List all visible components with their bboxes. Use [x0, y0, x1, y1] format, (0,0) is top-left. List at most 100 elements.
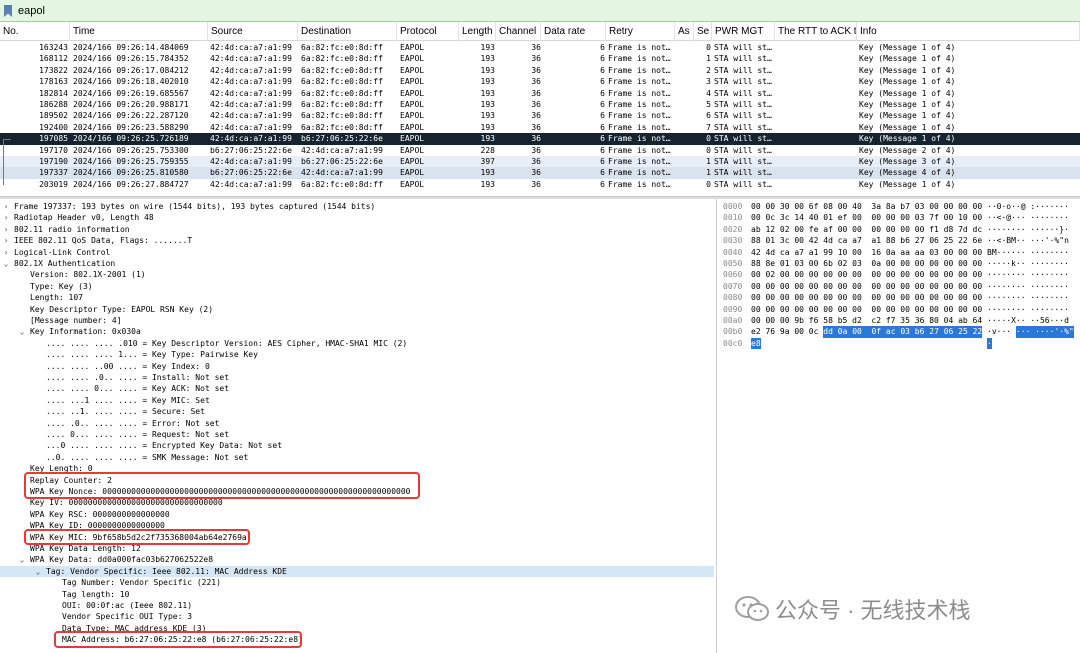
detail-line[interactable]: Length: 107 [0, 292, 714, 303]
expand-arrow-icon[interactable]: › [2, 224, 10, 235]
expand-arrow-icon[interactable]: › [2, 201, 10, 212]
hex-ascii[interactable]: ·····X·· ··56···d [987, 315, 1069, 326]
packet-row[interactable]: 168112 2024/166 09:26:15.784352 42:4d:ca:a… [0, 53, 1080, 65]
detail-line[interactable]: › IEEE 802.11 QoS Data, Flags: .......T [0, 235, 714, 246]
packet-bytes-pane[interactable]: 0000 00 00 30 00 6f 08 00 40 3a 8a b7 03 … [716, 199, 1080, 653]
packet-row[interactable]: 192400 2024/166 09:26:23.588290 42:4d:ca:a… [0, 121, 1080, 134]
hex-offset[interactable]: 0090 [723, 304, 742, 315]
hex-ascii-selected[interactable]: · [987, 337, 992, 350]
hex-bytes[interactable]: 00 02 00 00 00 00 00 00 00 00 00 00 00 0… [751, 269, 982, 280]
detail-line[interactable]: Tag Number: Vendor Specific (221) [0, 577, 714, 588]
hex-bytes-selected[interactable]: e8 [751, 337, 761, 350]
bookmark-icon[interactable] [0, 0, 16, 22]
detail-line[interactable]: ⌄ 802.1X Authentication [0, 258, 714, 269]
detail-line[interactable]: .... .... .0.. .... = Install: Not set [0, 372, 714, 383]
hex-bytes[interactable]: 00 00 30 00 6f 08 00 40 3a 8a b7 03 00 0… [751, 201, 982, 212]
hex-bytes[interactable]: ab 12 02 00 fe af 00 00 00 00 00 00 f1 d… [751, 224, 982, 235]
hex-offset[interactable]: 0040 [723, 247, 742, 258]
column-header[interactable]: Channel [496, 22, 541, 41]
expand-arrow-icon[interactable]: › [2, 212, 10, 223]
collapse-arrow-icon[interactable]: ⌄ [2, 258, 10, 269]
collapse-arrow-icon[interactable]: ⌄ [18, 554, 26, 565]
hex-offset[interactable]: 0000 [723, 201, 742, 212]
detail-line[interactable]: ...0 .... .... .... = Encrypted Key Data… [0, 440, 714, 451]
hex-ascii[interactable]: ········ ······}· [987, 224, 1069, 235]
hex-ascii-selected[interactable]: ··· ····'·%" [1015, 326, 1074, 338]
display-filter-bar[interactable]: eapol [0, 0, 1080, 22]
hex-bytes[interactable]: 00 00 00 00 00 00 00 00 00 00 00 00 00 0… [751, 304, 982, 315]
packet-row[interactable]: 197170 2024/166 09:26:25.753300 b6:27:06:2… [0, 144, 1080, 156]
hex-offset[interactable]: 0070 [723, 281, 742, 292]
collapse-arrow-icon[interactable]: ⌄ [18, 326, 26, 337]
packet-list-body[interactable]: 163243 2024/166 09:26:14.484069 42:4d:ca:a… [0, 41, 1080, 196]
column-header[interactable]: Time [70, 22, 208, 41]
packet-row[interactable]: 163243 2024/166 09:26:14.484069 42:4d:ca:a… [0, 42, 1080, 54]
hex-bytes[interactable]: 00 00 00 00 00 00 00 00 00 00 00 00 00 0… [751, 281, 982, 292]
detail-line[interactable]: Vendor Specific OUI Type: 3 [0, 611, 714, 622]
hex-offset[interactable]: 0050 [723, 258, 742, 269]
column-header[interactable]: Protocol [397, 22, 459, 41]
hex-ascii[interactable]: ·v··· [987, 326, 1016, 337]
packet-row[interactable]: 182814 2024/166 09:26:19.685567 42:4d:ca:a… [0, 87, 1080, 99]
detail-line[interactable]: .... .... .... .010 = Key Descriptor Ver… [0, 338, 714, 349]
hex-ascii[interactable]: ··<·BM·· ···'·%"n [987, 235, 1069, 246]
hex-offset[interactable]: 0020 [723, 224, 742, 235]
detail-line[interactable]: Type: Key (3) [0, 281, 714, 292]
hex-bytes[interactable]: 42 4d ca a7 a1 99 10 00 16 0a aa aa 03 0… [751, 247, 982, 258]
display-filter-input[interactable]: eapol [16, 5, 45, 17]
detail-line[interactable]: OUI: 00:0f:ac (Ieee 802.11) [0, 600, 714, 611]
column-header[interactable]: PWR MGT [712, 22, 775, 41]
detail-line[interactable]: .... .... .... 1... = Key Type: Pairwise… [0, 349, 714, 360]
packet-list[interactable]: No. Time Source Destination Protocol Length Ch… [0, 22, 1080, 196]
hex-offset[interactable]: 00a0 [723, 315, 742, 326]
column-header[interactable]: Info [857, 22, 1080, 41]
hex-ascii[interactable]: ········ ········ [987, 292, 1069, 303]
column-header[interactable]: As [675, 22, 694, 41]
detail-line[interactable]: Version: 802.1X-2001 (1) [0, 269, 714, 280]
column-header[interactable]: Length [459, 22, 496, 41]
column-header[interactable]: Source [208, 22, 298, 41]
hex-bytes[interactable]: e2 76 9a 00 0c [751, 326, 823, 337]
hex-bytes[interactable]: 00 00 00 00 00 00 00 00 00 00 00 00 00 0… [751, 292, 982, 303]
column-header[interactable]: Se [694, 22, 712, 41]
hex-ascii[interactable]: ··<·@··· ········ [987, 212, 1069, 223]
hex-offset[interactable]: 0060 [723, 269, 742, 280]
packet-row[interactable]: 197190 2024/166 09:26:25.759355 42:4d:ca:a… [0, 156, 1080, 168]
packet-row[interactable]: 189502 2024/166 09:26:22.287120 42:4d:ca:a… [0, 110, 1080, 122]
hex-bytes[interactable]: 88 8e 01 03 00 6b 02 03 0a 00 00 00 00 0… [751, 258, 982, 269]
detail-line[interactable]: [Message number: 4] [0, 315, 714, 326]
detail-line[interactable]: Key IV: 00000000000000000000000000000000 [0, 497, 714, 508]
detail-line[interactable]: ..0. .... .... .... = SMK Message: Not s… [0, 452, 714, 463]
hex-ascii[interactable]: ··0·o··@ :······· [987, 201, 1069, 212]
hex-ascii[interactable]: ········ ········ [987, 269, 1069, 280]
packet-row[interactable]: 186288 2024/166 09:26:20.988171 42:4d:ca:a… [0, 99, 1080, 111]
detail-line[interactable]: .... 0... .... .... = Request: Not set [0, 429, 714, 440]
column-header[interactable]: No. [0, 22, 70, 41]
hex-ascii[interactable]: ········ ········ [987, 304, 1069, 315]
hex-offset[interactable]: 0030 [723, 235, 742, 246]
detail-line[interactable]: ⌄ Key Information: 0x030a [0, 326, 714, 337]
hex-offset[interactable]: 0010 [723, 212, 742, 223]
detail-line[interactable]: WPA Key RSC: 0000000000000000 [0, 509, 714, 520]
column-header[interactable]: The RTT to ACK tl [775, 22, 857, 41]
column-header[interactable]: Data rate [541, 22, 606, 41]
hex-ascii[interactable]: ·····k·· ········ [987, 258, 1069, 269]
expand-arrow-icon[interactable]: › [2, 247, 10, 258]
collapse-arrow-icon[interactable]: ⌄ [34, 566, 42, 577]
hex-bytes[interactable]: 88 01 3c 00 42 4d ca a7 a1 88 b6 27 06 2… [751, 235, 982, 246]
hex-offset[interactable]: 00b0 [723, 326, 742, 337]
detail-line[interactable]: .... ..1. .... .... = Secure: Set [0, 406, 714, 417]
detail-line[interactable]: Tag length: 10 [0, 589, 714, 600]
column-header[interactable]: Retry [606, 22, 675, 41]
detail-line[interactable]: › 802.11 radio information [0, 224, 714, 235]
hex-ascii[interactable]: ········ ········ [987, 281, 1069, 292]
packet-row[interactable]: 197085 2024/166 09:26:25.726189 42:4d:ca:a… [0, 133, 1080, 145]
detail-line[interactable]: ⌄ Tag: Vendor Specific: Ieee 802.11: MAC … [0, 565, 714, 578]
hex-ascii[interactable]: BM······ ········ [987, 247, 1069, 258]
detail-line[interactable]: › Logical-Link Control [0, 247, 714, 258]
hex-offset[interactable]: 00c0 [723, 338, 742, 349]
detail-line[interactable]: .... ...1 .... .... = Key MIC: Set [0, 395, 714, 406]
packet-row[interactable]: 173822 2024/166 09:26:17.084212 42:4d:ca:a… [0, 64, 1080, 77]
hex-bytes-selected[interactable]: dd 0a 00 0f ac 03 b6 27 06 25 22 [823, 326, 983, 338]
detail-line[interactable]: .... .0.. .... .... = Error: Not set [0, 418, 714, 429]
